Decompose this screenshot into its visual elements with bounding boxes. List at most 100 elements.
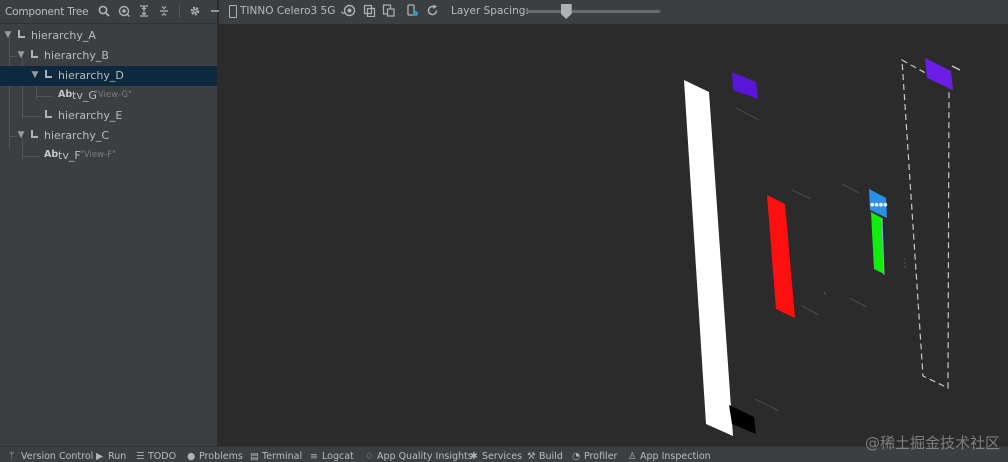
text-view-icon: Ab (58, 89, 73, 100)
layer-spacing-slider-thumb[interactable] (560, 4, 572, 19)
tree-item-label: hierarchy_E (58, 109, 123, 122)
tool-window-label: Services (482, 451, 523, 462)
tool-window-logcat[interactable]: ≡ Logcat (310, 451, 354, 462)
layer-edge-line (841, 183, 860, 194)
layer-edge-line (754, 398, 780, 412)
layer-edge-line (801, 305, 820, 316)
root-layer-white[interactable] (684, 80, 733, 436)
status-bar: ᛘ Version Control ▶ Run ☰ TODO ● Problems ▤ T… (0, 446, 1008, 462)
tool-window-build[interactable]: ⚒ Build (527, 451, 563, 462)
device-selector[interactable]: TINNO Celero3 5G ⌄ (240, 5, 348, 17)
tree-item-text-value: "View-G" (94, 90, 132, 100)
tool-window-label: Logcat (322, 451, 354, 462)
panel-header-icons (97, 4, 222, 18)
tool-window-label: Profiler (584, 451, 618, 462)
purple-header-layer[interactable] (732, 72, 758, 99)
tree-item-hierarchy-c[interactable]: ▼ hierarchy_C (0, 126, 217, 146)
view-group-icon (44, 70, 54, 81)
selected-layer-outline[interactable] (901, 58, 950, 389)
header-separator (179, 4, 180, 18)
tree-item-label: hierarchy_D (58, 69, 124, 82)
view-group-icon (30, 130, 40, 141)
tool-window-label: Build (539, 451, 563, 462)
tool-window-app-inspection[interactable]: ♙ App Inspection (628, 451, 711, 462)
layout-inspector-toolbar: TINNO Celero3 5G ⌄ Layer Spacing: (219, 0, 1008, 24)
navigation-bar-layer[interactable] (729, 405, 756, 434)
tool-window-app-quality-insights[interactable]: ♢ App Quality Insights (365, 451, 473, 462)
red-view-layer[interactable] (767, 195, 795, 318)
layer-3d-view: ●●●● (684, 58, 961, 436)
search-icon[interactable] (97, 4, 111, 18)
chevron-down-icon[interactable]: ▼ (30, 70, 40, 80)
snapshot-export-icon[interactable] (362, 4, 376, 18)
device-icon (229, 5, 237, 18)
chevron-down-icon[interactable]: ▼ (16, 50, 26, 60)
blue-layer-text: ●●●● (870, 202, 888, 208)
panel-title: Component Tree (5, 5, 89, 18)
layer-spacing-slider[interactable] (526, 10, 660, 13)
profiler-icon: ◔ (572, 451, 581, 462)
tool-window-label: TODO (148, 451, 177, 462)
branch-icon: ᛘ (9, 451, 15, 462)
collapse-all-icon[interactable] (157, 4, 171, 18)
chevron-down-icon[interactable]: ▼ (3, 30, 13, 40)
tree-item-label: hierarchy_A (31, 29, 96, 42)
tree-item-tv-g[interactable]: Ab tv_G "View-G" (0, 86, 217, 106)
layer-spacing-label: Layer Spacing: (451, 5, 529, 17)
component-tree-panel: Component Tree ▼ hierarchy_A ▼ hierarchy… (0, 0, 219, 446)
tree-item-hierarchy-a[interactable]: ▼ hierarchy_A (0, 26, 217, 46)
layout-canvas[interactable]: ●●●● (219, 24, 1008, 446)
tool-window-todo[interactable]: ☰ TODO (136, 451, 176, 462)
load-snapshot-icon[interactable] (381, 4, 395, 18)
build-icon: ⚒ (527, 451, 536, 462)
tool-window-services[interactable]: ✱ Services (470, 451, 522, 462)
insights-icon: ♢ (365, 451, 374, 462)
tool-window-label: Problems (199, 451, 243, 462)
tool-window-terminal[interactable]: ▤ Terminal (250, 451, 302, 462)
eye-icon[interactable] (117, 4, 131, 18)
terminal-icon: ▤ (250, 451, 259, 462)
tree-item-hierarchy-e[interactable]: hierarchy_E (0, 106, 217, 126)
tree-item-label: hierarchy_C (44, 129, 110, 142)
expand-all-icon[interactable] (137, 4, 151, 18)
tool-window-label: Terminal (262, 451, 303, 462)
inspection-icon: ♙ (628, 451, 637, 462)
view-group-icon (30, 50, 40, 61)
services-icon: ✱ (470, 451, 478, 462)
refresh-icon[interactable] (425, 4, 439, 18)
chevron-down-icon[interactable]: ▼ (16, 130, 26, 140)
todo-icon: ☰ (136, 451, 145, 462)
text-view-icon: Ab (44, 149, 59, 160)
layer-edge-line (848, 297, 868, 308)
tool-window-label: App Quality Insights (377, 451, 473, 462)
view-group-icon (44, 110, 54, 121)
view-options-icon[interactable] (342, 4, 356, 18)
tree-item-label: tv_F (58, 149, 81, 162)
device-name: TINNO Celero3 5G (240, 5, 336, 17)
watermark: @稀土掘金技术社区 (864, 434, 1000, 452)
tree-item-text-value: "View-F" (80, 150, 116, 160)
tree-item-hierarchy-b[interactable]: ▼ hierarchy_B (0, 46, 217, 66)
logcat-icon: ≡ (310, 451, 318, 462)
purple-header-layer-selected[interactable] (925, 58, 953, 90)
tree-item-label: hierarchy_B (44, 49, 109, 62)
tool-window-label: Version Control (21, 451, 94, 462)
view-group-icon (17, 30, 27, 41)
component-tree: ▼ hierarchy_A ▼ hierarchy_B ▼ hierarchy_… (0, 26, 217, 166)
layer-edge-line (791, 189, 812, 200)
live-update-icon[interactable] (405, 4, 419, 18)
gear-icon[interactable] (188, 4, 202, 18)
tool-window-version-control[interactable]: ᛘ Version Control (9, 451, 93, 462)
tool-window-label: Run (108, 451, 127, 462)
layer-edge-line (823, 291, 827, 296)
tool-window-run[interactable]: ▶ Run (96, 451, 126, 462)
layer-edge-line (735, 107, 760, 121)
layer-edge-line (951, 65, 961, 71)
run-icon: ▶ (96, 451, 104, 462)
tree-item-tv-f[interactable]: Ab tv_F "View-F" (0, 146, 217, 166)
tool-window-problems[interactable]: ● Problems (187, 451, 243, 462)
tree-item-hierarchy-d[interactable]: ▼ hierarchy_D (0, 66, 217, 86)
tool-window-label: App Inspection (640, 451, 711, 462)
tool-window-profiler[interactable]: ◔ Profiler (572, 451, 617, 462)
problems-icon: ● (187, 451, 196, 462)
